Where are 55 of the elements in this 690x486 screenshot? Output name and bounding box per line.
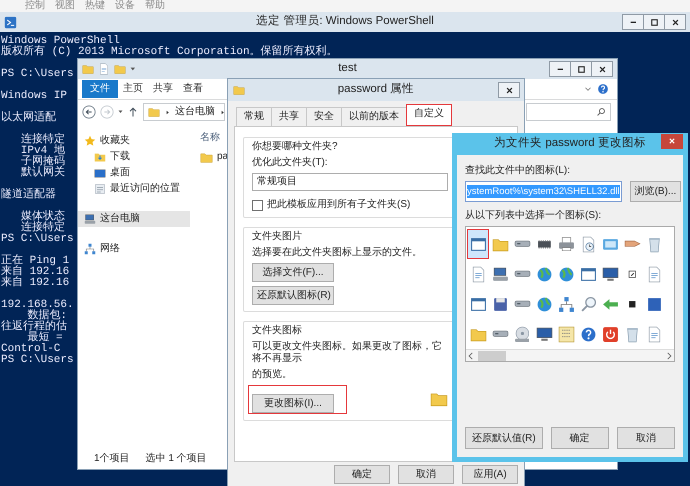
field-label: 从以下列表中选择一个图标(S): [465, 210, 602, 222]
nav-item[interactable]: 下载 [78, 149, 190, 165]
console-line: 来自 192.16 [1, 278, 70, 289]
address-bar[interactable]: 这台电脑 [143, 103, 225, 121]
ribbon-tab[interactable]: 共享 [149, 80, 177, 98]
console-line: 隧道适配器 [1, 190, 56, 201]
selected-text: ystemRoot%\system32\SHELL32.dll [467, 184, 620, 198]
column-header[interactable]: 名称 [200, 132, 220, 144]
group-heading: 文件夹图标 [252, 325, 302, 337]
dropdown-field[interactable]: 常规项目 [252, 173, 448, 191]
action-button[interactable]: 还原默认图标(R) [252, 286, 334, 305]
dialog-button[interactable]: 还原默认值(R) [465, 427, 543, 449]
console-line: 最短 = [27, 333, 63, 344]
window-title: 选定 管理员: Windows PowerShell [256, 15, 434, 29]
description-text: 的预览。 [252, 369, 292, 381]
dialog-button[interactable]: 确定 [550, 427, 609, 449]
status-text: 选中 1 个项目 [146, 453, 207, 465]
console-line: Windows IP [1, 91, 68, 102]
window-title: password 属性 [338, 83, 414, 97]
dialog-button[interactable]: 取消 [616, 427, 675, 449]
description-text: 选择要在此文件夹图标上显示的文件。 [252, 247, 422, 259]
tab[interactable]: 自定义 [406, 104, 452, 126]
window-title: test [338, 62, 357, 76]
nav-item[interactable]: 这台电脑 [78, 211, 190, 227]
ribbon-tab[interactable]: 文件 [82, 80, 118, 98]
nav-item[interactable]: 收藏夹 [78, 133, 190, 149]
tab[interactable]: 常规 [236, 107, 272, 126]
ribbon-tab[interactable]: 查看 [179, 80, 207, 98]
console-line: Control-C [1, 344, 60, 355]
window-title: 为文件夹 password 更改图标 [494, 137, 646, 151]
description-text: 可以更改文件夹图标。如果更改了图标，它将不再显示 [252, 341, 443, 365]
field-label: 查找此文件中的图标(L): [465, 165, 571, 177]
status-text: 1个项目 [94, 453, 130, 465]
browse-button[interactable]: 浏览(B)... [630, 181, 682, 202]
group-heading: 文件夹图片 [252, 231, 302, 243]
console-line: 版权所有 (C) 2013 Microsoft Corporation。保留所有权利。 [1, 47, 338, 58]
dialog-button[interactable]: 应用(A) [462, 465, 518, 484]
nav-item[interactable]: 网络 [78, 241, 190, 257]
group-heading: 你想要哪种文件夹? [252, 141, 338, 153]
console-line: 默认网关 [20, 168, 65, 179]
console-line: PS C:\Users [1, 69, 74, 80]
dialog-button[interactable]: 取消 [398, 465, 454, 484]
nav-item[interactable]: 桌面 [78, 165, 190, 181]
console-line: 连接特定 [20, 223, 65, 234]
checkbox-label: 把此模板应用到所有子文件夹(S) [267, 199, 410, 211]
dialog-button[interactable]: 确定 [334, 465, 390, 484]
action-button[interactable]: 更改图标(I)... [252, 394, 334, 413]
field-label: 优化此文件夹(T): [252, 157, 328, 169]
action-button[interactable]: 选择文件(F)... [252, 263, 334, 282]
ribbon-tab[interactable]: 主页 [119, 80, 147, 98]
console-line: PS C:\Users [1, 234, 74, 245]
console-line: PS C:\Users [1, 355, 74, 366]
address-text: 这台电脑 [175, 106, 215, 118]
console-line: 以太网适配 [1, 113, 56, 124]
nav-item[interactable]: 最近访问的位置 [78, 181, 190, 197]
